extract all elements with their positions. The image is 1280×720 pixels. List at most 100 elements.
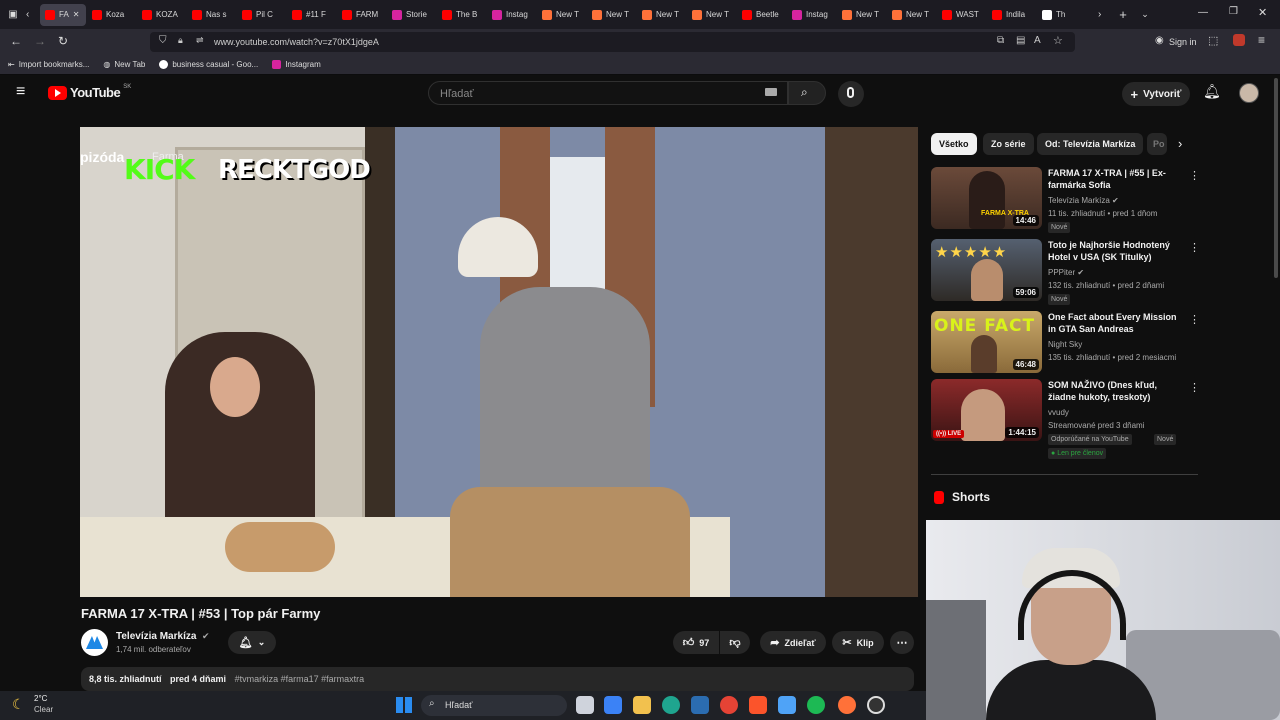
tab-scroll-left-icon[interactable]: ‹ (26, 9, 40, 20)
taskbar-search-input[interactable]: ⌕ Hľadať (421, 695, 567, 716)
browser-tab[interactable]: New T (837, 4, 886, 26)
menu-icon[interactable]: ≡ (1258, 33, 1265, 47)
channel-avatar[interactable] (81, 629, 108, 656)
start-windows-icon[interactable] (396, 697, 412, 713)
hashtags[interactable]: #tvmarkiza #farma17 #farmaxtra (235, 674, 365, 684)
lock-icon[interactable]: 🔒︎ (178, 35, 183, 46)
obs-icon[interactable] (867, 696, 885, 714)
close-tab-icon[interactable]: ✕ (73, 10, 80, 19)
browser-tab[interactable]: #11 F (287, 4, 336, 26)
browser-tab[interactable]: Beetle (737, 4, 786, 26)
search-input[interactable]: Hľadať (428, 81, 788, 105)
recommendation-title[interactable]: Toto je Najhoršie Hodnotený Hotel v USA … (1048, 239, 1178, 263)
browser-tab[interactable]: New T (887, 4, 936, 26)
browser-tab[interactable]: WAST (937, 4, 986, 26)
browser-tab[interactable]: KOZA (137, 4, 186, 26)
more-actions-button[interactable]: ⋯ (890, 631, 914, 654)
recommendation-channel[interactable]: vvudy (1048, 408, 1069, 417)
voice-search-button[interactable] (838, 81, 864, 107)
chip-partial[interactable]: Po (1147, 133, 1167, 155)
more-vertical-icon[interactable]: ⋮ (1189, 313, 1200, 326)
tab-list-icon[interactable]: ⌄ (1134, 9, 1156, 20)
shorts-heading[interactable]: Shorts (952, 490, 990, 504)
hamburger-menu-icon[interactable]: ≡ (16, 83, 25, 101)
browser-tab[interactable]: New T (537, 4, 586, 26)
browser-tab[interactable]: Nas s (187, 4, 236, 26)
bookmark-new-tab[interactable]: ◍ New Tab (103, 60, 145, 69)
sign-in-link[interactable]: Sign in (1169, 37, 1197, 47)
back-icon[interactable]: ← (10, 34, 22, 48)
tab-overview-icon[interactable]: ▣ (0, 9, 26, 20)
browser-tab[interactable]: Instag (787, 4, 836, 26)
recommendation-thumbnail[interactable]: ★★★★★ 59:06 (931, 239, 1042, 301)
bookmark-google[interactable]: business casual - Goo... (159, 60, 258, 69)
browser-tab[interactable]: FA ✕ (40, 3, 86, 26)
close-window-icon[interactable]: ✕ (1258, 6, 1267, 19)
subscribe-bell-button[interactable]: 🔔︎ ⌄ (228, 631, 276, 654)
reader-view-icon[interactable]: ▤ (1016, 35, 1025, 46)
bookmark-star-icon[interactable]: ☆ (1053, 34, 1063, 47)
keyboard-icon[interactable] (765, 88, 777, 96)
weather-moon-icon[interactable]: ☾ (12, 696, 25, 713)
task-view-icon[interactable] (576, 696, 594, 714)
reload-icon[interactable]: ↻ (58, 34, 68, 48)
browser-tab[interactable]: Instag (487, 4, 536, 26)
weather-temp[interactable]: 2°C (34, 694, 47, 703)
extension-badge-icon[interactable] (1233, 34, 1245, 46)
notepad-icon[interactable] (778, 696, 796, 714)
browser-tab[interactable]: New T (587, 4, 636, 26)
share-button[interactable]: ➦ Zdieľať (760, 631, 826, 654)
recommendation-thumbnail[interactable]: FARMA X-TRA 14:46 (931, 167, 1042, 229)
recommendation-item[interactable]: ★★★★★ 59:06 Toto je Najhoršie Hodnotený … (931, 239, 1201, 305)
search-button[interactable]: ⌕ (788, 81, 826, 105)
chip-series[interactable]: Zo série (983, 133, 1034, 155)
maximize-icon[interactable]: ❐ (1229, 6, 1238, 17)
photos-icon[interactable] (691, 696, 709, 714)
url-field[interactable]: ⛉ 🔒︎ ⇌ www.youtube.com/watch?v=z70tX1jdg… (150, 32, 1075, 52)
browser-tab[interactable]: The B (437, 4, 486, 26)
recommendation-channel[interactable]: PPPiter ✔ (1048, 268, 1084, 277)
brave-icon[interactable] (749, 696, 767, 714)
chrome-icon[interactable] (720, 696, 738, 714)
recommendation-channel[interactable]: Televízia Markíza ✔ (1048, 196, 1119, 205)
recommendation-title[interactable]: SOM NAŽIVO (Dnes kľud, žiadne hukoty, tr… (1048, 379, 1178, 403)
recommendation-item[interactable]: FARMA X-TRA 14:46 FARMA 17 X-TRA | #55 |… (931, 167, 1201, 233)
recommendation-title[interactable]: One Fact about Every Mission in GTA San … (1048, 311, 1178, 335)
page-scrollbar[interactable] (1274, 78, 1278, 278)
more-vertical-icon[interactable]: ⋮ (1189, 381, 1200, 394)
browser-tab[interactable]: New T (637, 4, 686, 26)
more-vertical-icon[interactable]: ⋮ (1189, 241, 1200, 254)
recommendation-thumbnail[interactable]: ONE FACT 46:48 (931, 311, 1042, 373)
shield-icon[interactable]: ⛉ (159, 35, 167, 46)
video-player[interactable]: pizóda Farma KICK RECKTGOD (80, 127, 918, 597)
recommendation-channel[interactable]: Night Sky (1048, 340, 1082, 349)
translate-icon[interactable]: A (1034, 35, 1041, 46)
description-box[interactable]: 8,8 tis. zhliadnutí pred 4 dňami #tvmark… (81, 667, 914, 691)
chips-next-icon[interactable]: › (1178, 136, 1182, 151)
extensions-icon[interactable]: ⬚ (1208, 34, 1218, 47)
browser-tab[interactable]: Th (1037, 4, 1086, 26)
tab-scroll-right-icon[interactable]: › (1098, 9, 1112, 20)
browser-tab[interactable]: Indila (987, 4, 1036, 26)
more-vertical-icon[interactable]: ⋮ (1189, 169, 1200, 182)
edge-icon[interactable] (662, 696, 680, 714)
recommendation-item[interactable]: ONE FACT 46:48 One Fact about Every Miss… (931, 311, 1201, 375)
user-avatar[interactable] (1239, 83, 1259, 103)
firefox-icon[interactable] (838, 696, 856, 714)
recommendation-title[interactable]: FARMA 17 X-TRA | #55 | Ex-farmárka Sofia (1048, 167, 1178, 191)
create-button[interactable]: + Vytvoriť (1122, 82, 1190, 106)
permissions-icon[interactable]: ⇌ (196, 35, 204, 46)
new-tab-icon[interactable]: + (1112, 7, 1134, 22)
bookmark-import[interactable]: ⇤ Import bookmarks... (8, 60, 89, 69)
like-button[interactable]: 👍︎ 97 (673, 631, 719, 654)
chip-all[interactable]: Všetko (931, 133, 977, 155)
browser-tab[interactable]: Koza (87, 4, 136, 26)
browser-tab[interactable]: New T (687, 4, 736, 26)
channel-name[interactable]: Televízia Markíza (116, 631, 196, 642)
account-icon[interactable]: ◉ (1155, 35, 1164, 46)
picture-in-picture-icon[interactable]: ⧉ (997, 35, 1004, 46)
recommendation-item[interactable]: ((•)) LIVE 1:44:15 SOM NAŽIVO (Dnes kľud… (931, 379, 1201, 461)
minimize-icon[interactable]: — (1198, 7, 1208, 18)
youtube-logo[interactable]: YouTube SK (48, 84, 131, 100)
browser-tab[interactable]: Storie (387, 4, 436, 26)
